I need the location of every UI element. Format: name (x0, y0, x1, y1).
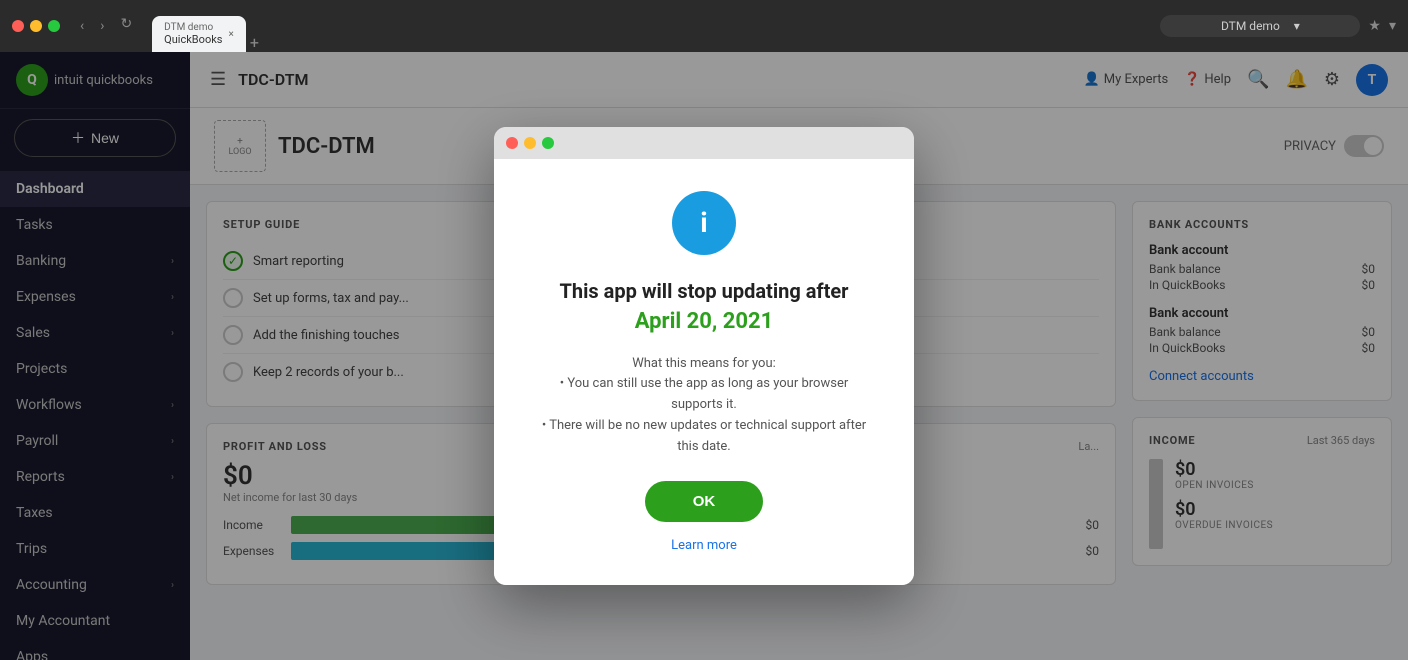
address-bar[interactable]: DTM demo ▾ (1160, 15, 1360, 37)
learn-more-link[interactable]: Learn more (671, 538, 737, 553)
browser-chrome: ‹ › ↻ DTM demo QuickBooks × + DTM demo ▾… (0, 0, 1408, 52)
browser-forward[interactable]: › (96, 16, 108, 36)
bookmark-icon[interactable]: ★ (1368, 18, 1381, 34)
modal-description: What this means for you: • You can still… (534, 354, 874, 458)
browser-tab-subtitle: DTM demo (164, 22, 222, 33)
modal-info-icon: i (672, 191, 736, 255)
browser-tab-add[interactable]: + (250, 33, 259, 52)
browser-dot-yellow[interactable] (30, 20, 42, 32)
modal-dot-green[interactable] (542, 137, 554, 149)
modal-dot-yellow[interactable] (524, 137, 536, 149)
modal-bullet2: • There will be no new updates or techni… (542, 418, 866, 454)
browser-tab-close[interactable]: × (228, 29, 233, 40)
browser-tab-info: DTM demo QuickBooks (164, 22, 222, 46)
modal-bullet1: • You can still use the app as long as y… (560, 376, 849, 412)
more-icon[interactable]: ▾ (1389, 18, 1396, 34)
browser-nav: ‹ › ↻ (76, 16, 136, 36)
address-dropdown[interactable]: ▾ (1294, 19, 1300, 33)
browser-dot-green[interactable] (48, 20, 60, 32)
modal-overlay: i This app will stop updating after Apri… (0, 52, 1408, 660)
modal-dot-red[interactable] (506, 137, 518, 149)
modal-desc-line1: What this means for you: (632, 356, 776, 371)
browser-refresh[interactable]: ↻ (120, 16, 132, 36)
browser-back[interactable]: ‹ (76, 16, 88, 36)
modal-body: i This app will stop updating after Apri… (494, 159, 914, 586)
browser-tab-label: QuickBooks (164, 33, 222, 46)
modal-title: This app will stop updating after (534, 279, 874, 303)
address-text: DTM demo (1221, 19, 1280, 33)
modal-titlebar (494, 127, 914, 159)
browser-actions: ★ ▾ (1368, 18, 1396, 34)
browser-tab-bar: DTM demo QuickBooks × + (152, 0, 1144, 52)
modal-date: April 20, 2021 (534, 309, 874, 334)
ok-button[interactable]: OK (645, 481, 764, 522)
modal: i This app will stop updating after Apri… (494, 127, 914, 586)
browser-tab[interactable]: DTM demo QuickBooks × (152, 16, 246, 52)
browser-dot-red[interactable] (12, 20, 24, 32)
browser-dots (12, 20, 60, 32)
